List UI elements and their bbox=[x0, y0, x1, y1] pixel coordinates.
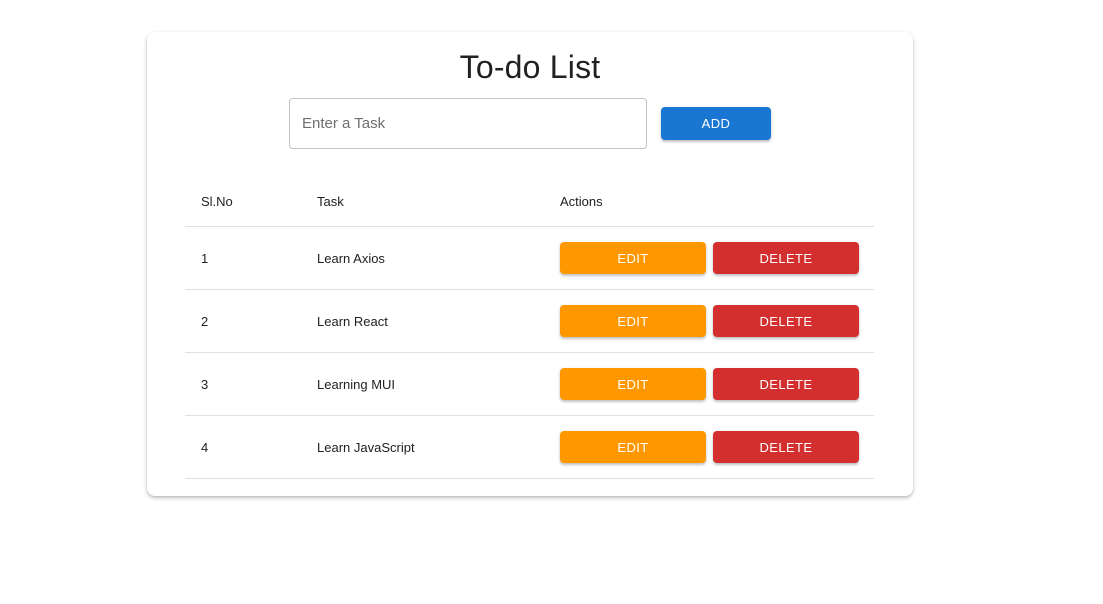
delete-button[interactable]: DELETE bbox=[713, 431, 859, 463]
row-task: Learn JavaScript bbox=[317, 439, 415, 455]
table-row: 4 Learn JavaScript EDIT DELETE bbox=[185, 416, 874, 479]
table-row: 2 Learn React EDIT DELETE bbox=[185, 290, 874, 353]
task-input[interactable] bbox=[289, 98, 647, 149]
delete-button[interactable]: DELETE bbox=[713, 368, 859, 400]
row-actions: EDIT DELETE bbox=[560, 227, 859, 289]
table-row: 1 Learn Axios EDIT DELETE bbox=[185, 227, 874, 290]
row-task: Learn React bbox=[317, 313, 388, 329]
edit-button[interactable]: EDIT bbox=[560, 431, 706, 463]
header-task: Task bbox=[317, 194, 344, 209]
row-actions: EDIT DELETE bbox=[560, 353, 859, 415]
row-number: 3 bbox=[201, 376, 209, 392]
task-table: Sl.No Task Actions 1 Learn Axios EDIT DE… bbox=[185, 177, 874, 479]
todo-card: To-do List ADD Sl.No Task Actions 1 Lear… bbox=[147, 32, 913, 496]
delete-button[interactable]: DELETE bbox=[713, 305, 859, 337]
row-task: Learn Axios bbox=[317, 250, 385, 266]
delete-button[interactable]: DELETE bbox=[713, 242, 859, 274]
header-actions: Actions bbox=[560, 194, 603, 209]
edit-button[interactable]: EDIT bbox=[560, 368, 706, 400]
edit-button[interactable]: EDIT bbox=[560, 242, 706, 274]
page-title: To-do List bbox=[459, 49, 601, 85]
row-number: 1 bbox=[201, 250, 209, 266]
row-actions: EDIT DELETE bbox=[560, 416, 859, 478]
row-number: 4 bbox=[201, 439, 209, 455]
row-task: Learning MUI bbox=[317, 376, 396, 392]
table-row: 3 Learning MUI EDIT DELETE bbox=[185, 353, 874, 416]
edit-button[interactable]: EDIT bbox=[560, 305, 706, 337]
row-number: 2 bbox=[201, 313, 209, 329]
add-button[interactable]: ADD bbox=[661, 107, 771, 140]
table-header: Sl.No Task Actions bbox=[185, 177, 874, 227]
header-sl-no: Sl.No bbox=[201, 194, 233, 209]
row-actions: EDIT DELETE bbox=[560, 290, 859, 352]
